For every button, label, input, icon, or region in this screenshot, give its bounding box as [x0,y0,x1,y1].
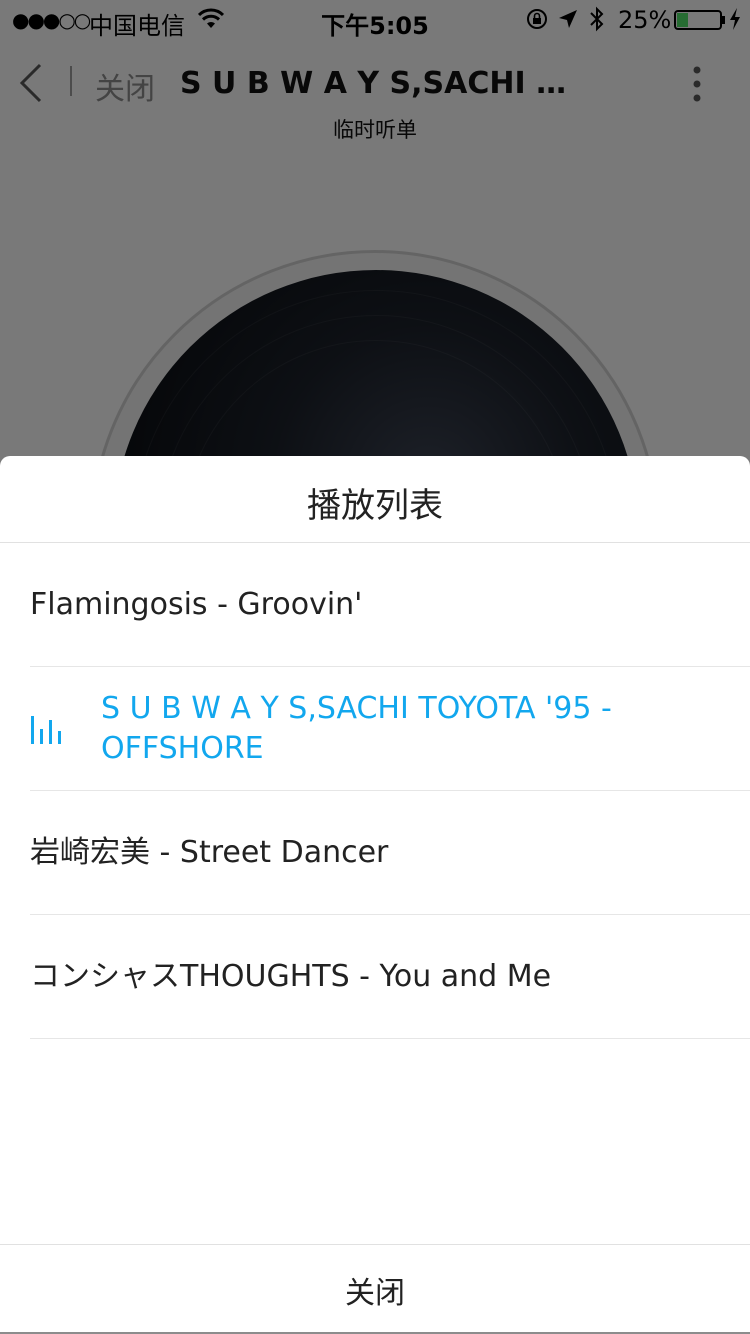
now-playing-bars-icon [31,716,61,744]
track-label: Flamingosis - Groovin' [30,587,363,622]
track-list: Flamingosis - Groovin' S U B W A Y S,SAC… [0,543,750,1039]
playlist-sheet: 播放列表 Flamingosis - Groovin' S U B W A Y … [0,456,750,1334]
track-label: コンシャスTHOUGHTS - You and Me [30,959,552,994]
close-playlist-button[interactable]: 关闭 [0,1245,750,1334]
playlist-title: 播放列表 [307,486,443,526]
track-divider [30,1038,750,1039]
track-item[interactable]: Flamingosis - Groovin' [0,543,750,667]
track-item-now-playing[interactable]: S U B W A Y S,SACHI TOYOTA '95 - OFFSHOR… [0,667,750,791]
track-item[interactable]: 岩崎宏美 - Street Dancer [0,791,750,915]
track-item[interactable]: コンシャスTHOUGHTS - You and Me [0,915,750,1039]
track-label: S U B W A Y S,SACHI TOYOTA '95 - OFFSHOR… [101,691,612,766]
track-label: 岩崎宏美 - Street Dancer [30,835,389,870]
